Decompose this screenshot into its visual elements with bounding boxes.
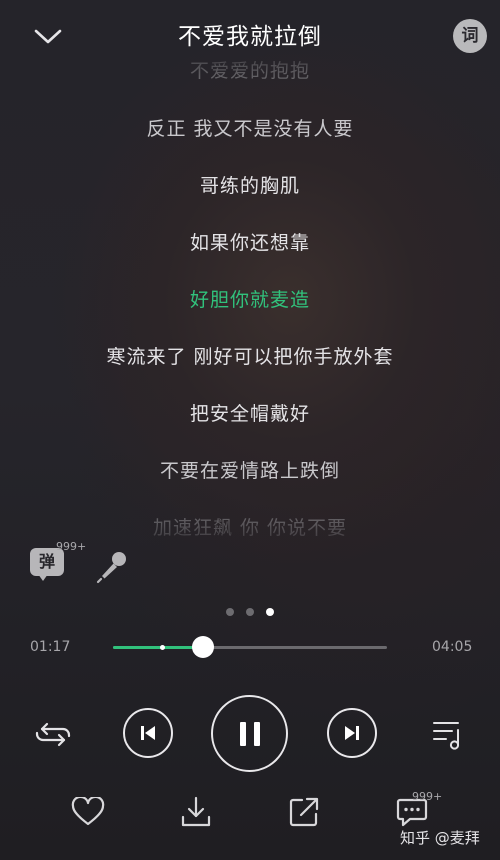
total-time: 04:05 <box>432 639 473 655</box>
next-button[interactable] <box>327 708 377 758</box>
danmaku-bubble-tail <box>38 574 48 581</box>
share-icon <box>289 797 319 827</box>
lyrics-panel[interactable]: 不爱爱的抱抱 反正 我又不是没有人要 哥练的胸肌 如果你还想靠 好胆你就麦造 寒… <box>0 50 500 546</box>
lyric-line[interactable]: 哥练的胸肌 <box>0 173 500 199</box>
lyric-line[interactable]: 加速狂飙 你 你说不要 <box>0 515 500 541</box>
lyric-line[interactable]: 不爱爱的抱抱 <box>0 58 500 84</box>
page-dot[interactable] <box>246 608 254 616</box>
karaoke-mic-button[interactable] <box>94 548 130 584</box>
danmaku-count-badge: 999+ <box>56 540 87 553</box>
lyric-line[interactable]: 反正 我又不是没有人要 <box>0 116 500 142</box>
lyric-line-current[interactable]: 好胆你就麦造 <box>0 287 500 313</box>
buffer-marker <box>160 645 166 650</box>
play-mode-button[interactable] <box>30 716 76 752</box>
like-button[interactable] <box>68 792 108 832</box>
comment-count-badge: 999+ <box>412 790 443 803</box>
repeat-icon <box>35 722 71 747</box>
previous-button[interactable] <box>123 708 173 758</box>
skip-previous-icon <box>141 726 155 740</box>
lyric-line[interactable]: 如果你还想靠 <box>0 230 500 256</box>
danmaku-label: 弹 <box>38 552 55 571</box>
watermark: 知乎 @麦拜 <box>400 829 480 847</box>
microphone-icon <box>96 552 126 584</box>
collapse-button[interactable] <box>28 20 68 54</box>
progress-thumb[interactable] <box>192 636 215 658</box>
playlist-icon <box>433 722 460 750</box>
page-indicator <box>0 608 500 618</box>
elapsed-time: 01:17 <box>30 639 71 655</box>
share-button[interactable] <box>284 792 324 832</box>
lyric-settings-label: 词 <box>461 26 479 46</box>
lyric-line[interactable]: 把安全帽戴好 <box>0 401 500 427</box>
download-button[interactable] <box>176 792 216 832</box>
lyric-settings-button[interactable]: 词 <box>453 19 487 53</box>
page-dot[interactable] <box>266 608 274 616</box>
heart-icon <box>71 797 105 826</box>
lyric-line[interactable]: 寒流来了 刚好可以把你手放外套 <box>0 344 500 370</box>
page-dot[interactable] <box>226 608 234 616</box>
lyric-line[interactable]: 不要在爱情路上跌倒 <box>0 458 500 484</box>
progress-bar[interactable] <box>113 636 387 658</box>
song-title: 不爱我就拉倒 <box>178 24 322 50</box>
skip-next-icon <box>345 726 359 740</box>
pause-button[interactable] <box>211 695 288 772</box>
pause-icon <box>239 721 260 746</box>
download-icon <box>181 796 211 827</box>
progress-fill <box>113 646 204 649</box>
playlist-button[interactable] <box>428 714 468 754</box>
chevron-down-icon <box>34 29 62 44</box>
